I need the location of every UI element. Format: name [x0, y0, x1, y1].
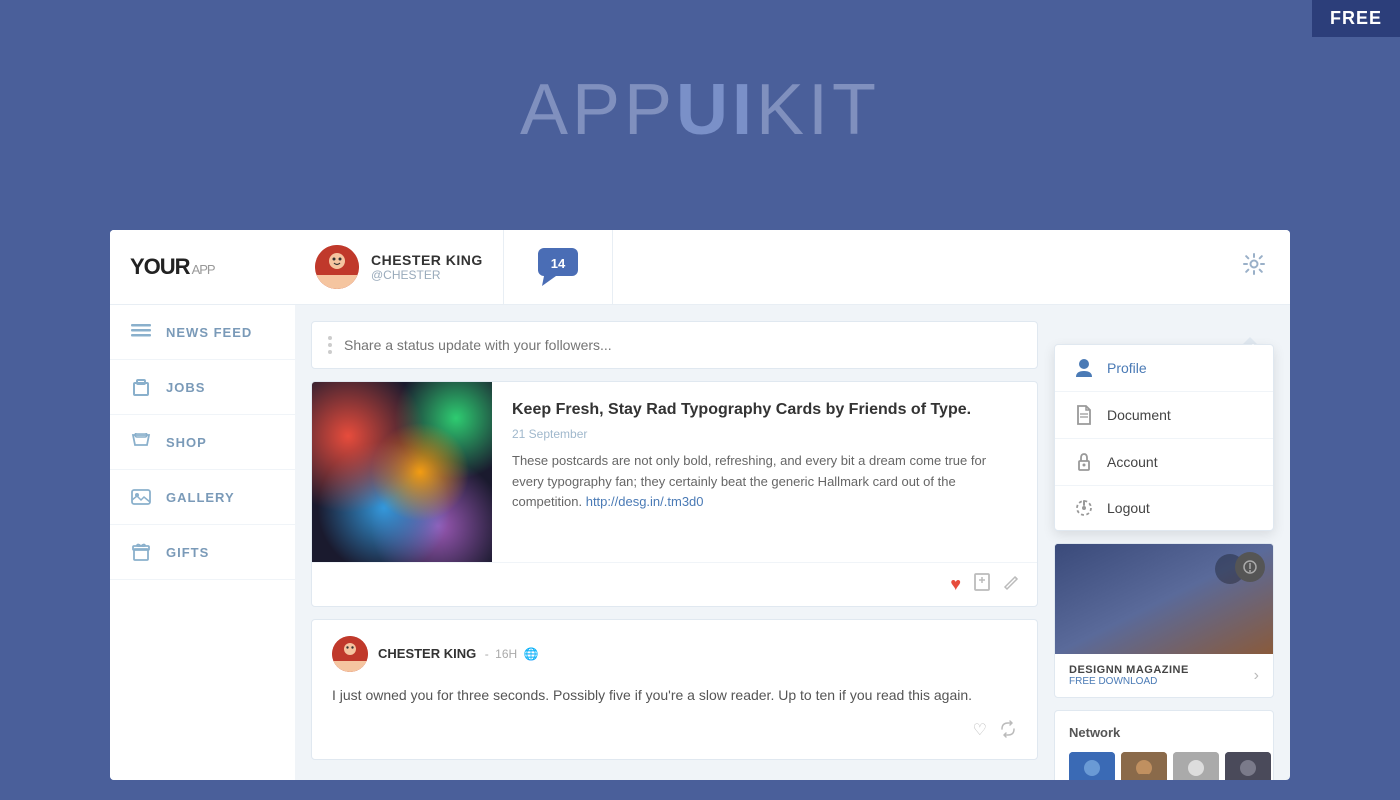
- post2-author: CHESTER KING: [378, 646, 476, 661]
- sidebar-item-news-feed[interactable]: NEWS FEED: [110, 305, 295, 360]
- nav-label-news-feed: NEWS FEED: [166, 325, 252, 340]
- post-actions: ♥: [312, 562, 1037, 606]
- settings-section[interactable]: [1218, 230, 1290, 304]
- status-box: [311, 321, 1038, 369]
- promo-text: DESIGNN MAGAZINE FREE DOWNLOAD: [1069, 664, 1189, 687]
- promo-info: DESIGNN MAGAZINE FREE DOWNLOAD ›: [1055, 654, 1273, 697]
- document-icon: [1073, 405, 1095, 425]
- network-avatar-3[interactable]: [1173, 752, 1219, 780]
- promo-title: DESIGNN MAGAZINE: [1069, 664, 1189, 676]
- post-title: Keep Fresh, Stay Rad Typography Cards by…: [512, 400, 1017, 421]
- document-label: Document: [1107, 407, 1171, 423]
- network-avatar-4[interactable]: [1225, 752, 1271, 780]
- shop-icon: [130, 431, 152, 453]
- account-lock-icon: [1073, 452, 1095, 472]
- logo-app: APP: [192, 262, 215, 277]
- dropdown-menu: Profile Document: [1054, 344, 1274, 531]
- logout-icon: [1073, 499, 1095, 517]
- nav-label-shop: SHOP: [166, 435, 207, 450]
- title-kit-part: KIT: [756, 70, 880, 150]
- post-image: [312, 382, 492, 562]
- user-profile-section[interactable]: CHESTER KING @CHESTER: [295, 230, 504, 304]
- network-grid: [1069, 752, 1259, 780]
- post2-globe-icon: 🌐: [524, 647, 539, 661]
- post2-header: CHESTER KING - 16H 🌐: [332, 636, 1017, 672]
- logout-label: Logout: [1107, 500, 1150, 516]
- nav-label-gifts: GIFTS: [166, 545, 209, 560]
- feed-main: Keep Fresh, Stay Rad Typography Cards by…: [311, 321, 1038, 764]
- news-feed-icon: [130, 321, 152, 343]
- jobs-icon: [130, 376, 152, 398]
- gifts-icon: [130, 541, 152, 563]
- account-label: Account: [1107, 454, 1158, 470]
- like-icon[interactable]: ♥: [950, 574, 961, 595]
- post-date: 21 September: [512, 427, 1017, 441]
- notification-section[interactable]: 14: [504, 230, 613, 304]
- post-text-content: These postcards are not only bold, refre…: [512, 453, 986, 510]
- feed-area: Keep Fresh, Stay Rad Typography Cards by…: [295, 305, 1290, 780]
- right-sidebar: Profile Document: [1054, 321, 1274, 764]
- dropdown-item-account[interactable]: Account: [1055, 439, 1273, 486]
- user-handle: @CHESTER: [371, 268, 483, 282]
- profile-icon: [1073, 358, 1095, 378]
- post2-actions: ♡: [332, 720, 1017, 743]
- promo-subtitle: FREE DOWNLOAD: [1069, 676, 1189, 687]
- topbar: CHESTER KING @CHESTER 14: [295, 230, 1290, 305]
- user-info: CHESTER KING @CHESTER: [371, 252, 483, 282]
- app-title: APPUIKIT: [520, 69, 880, 151]
- sidebar: YOURAPP NEWS FEED JOBS SHOP GALLERY: [110, 230, 295, 780]
- network-title: Network: [1069, 725, 1259, 740]
- dropdown-item-profile[interactable]: Profile: [1055, 345, 1273, 392]
- network-section: Network: [1054, 710, 1274, 780]
- post-image-row: Keep Fresh, Stay Rad Typography Cards by…: [312, 382, 1037, 562]
- bookmark-icon[interactable]: [973, 573, 991, 596]
- post2-repost-icon[interactable]: [999, 720, 1017, 743]
- profile-label: Profile: [1107, 360, 1147, 376]
- post-card-1: Keep Fresh, Stay Rad Typography Cards by…: [311, 381, 1038, 607]
- post2-text: I just owned you for three seconds. Poss…: [332, 684, 1017, 706]
- nav-label-gallery: GALLERY: [166, 490, 235, 505]
- main-card: YOURAPP NEWS FEED JOBS SHOP GALLERY: [110, 230, 1290, 780]
- typing-dots-icon: [328, 336, 332, 354]
- post-text: These postcards are not only bold, refre…: [512, 451, 1017, 513]
- sidebar-item-jobs[interactable]: JOBS: [110, 360, 295, 415]
- dropdown-item-logout[interactable]: Logout: [1055, 486, 1273, 530]
- sidebar-item-gifts[interactable]: GIFTS: [110, 525, 295, 580]
- hero-section: APPUIKIT: [0, 0, 1400, 220]
- logo-your: YOUR: [130, 254, 190, 279]
- dropdown-item-document[interactable]: Document: [1055, 392, 1273, 439]
- network-avatar-2[interactable]: [1121, 752, 1167, 780]
- svg-text:14: 14: [551, 256, 566, 271]
- post2-avatar: [332, 636, 368, 672]
- promo-arrow-icon[interactable]: ›: [1254, 667, 1259, 685]
- sidebar-item-gallery[interactable]: GALLERY: [110, 470, 295, 525]
- status-input[interactable]: [344, 337, 1021, 353]
- gear-icon[interactable]: [1242, 252, 1266, 282]
- dropdown-container: Profile Document: [1054, 337, 1274, 543]
- post2-like-icon[interactable]: ♡: [973, 720, 987, 743]
- network-avatar-1[interactable]: [1069, 752, 1115, 780]
- content-area: CHESTER KING @CHESTER 14: [295, 230, 1290, 780]
- title-app-part: APP: [520, 70, 676, 150]
- free-badge: FREE: [1312, 0, 1400, 37]
- edit-icon[interactable]: [1003, 573, 1021, 596]
- sidebar-item-shop[interactable]: SHOP: [110, 415, 295, 470]
- promo-card: DESIGNN MAGAZINE FREE DOWNLOAD ›: [1054, 543, 1274, 698]
- gallery-icon: [130, 486, 152, 508]
- logo-area: YOURAPP: [110, 230, 295, 305]
- username: CHESTER KING: [371, 252, 483, 268]
- promo-image: [1055, 544, 1273, 654]
- post2-separator: -: [485, 647, 489, 661]
- post-card-2: CHESTER KING - 16H 🌐 I just owned you fo…: [311, 619, 1038, 760]
- logo: YOURAPP: [130, 254, 215, 280]
- post2-time: 16H: [495, 647, 517, 661]
- title-ui-part: UI: [676, 70, 756, 150]
- nav-label-jobs: JOBS: [166, 380, 205, 395]
- promo-badge-icon: [1235, 552, 1265, 582]
- user-avatar: [315, 245, 359, 289]
- post2-meta: CHESTER KING - 16H 🌐: [378, 645, 539, 663]
- post-link[interactable]: http://desg.in/.tm3d0: [586, 494, 704, 509]
- chat-bubble-container: 14: [534, 246, 582, 288]
- post-content: Keep Fresh, Stay Rad Typography Cards by…: [492, 382, 1037, 562]
